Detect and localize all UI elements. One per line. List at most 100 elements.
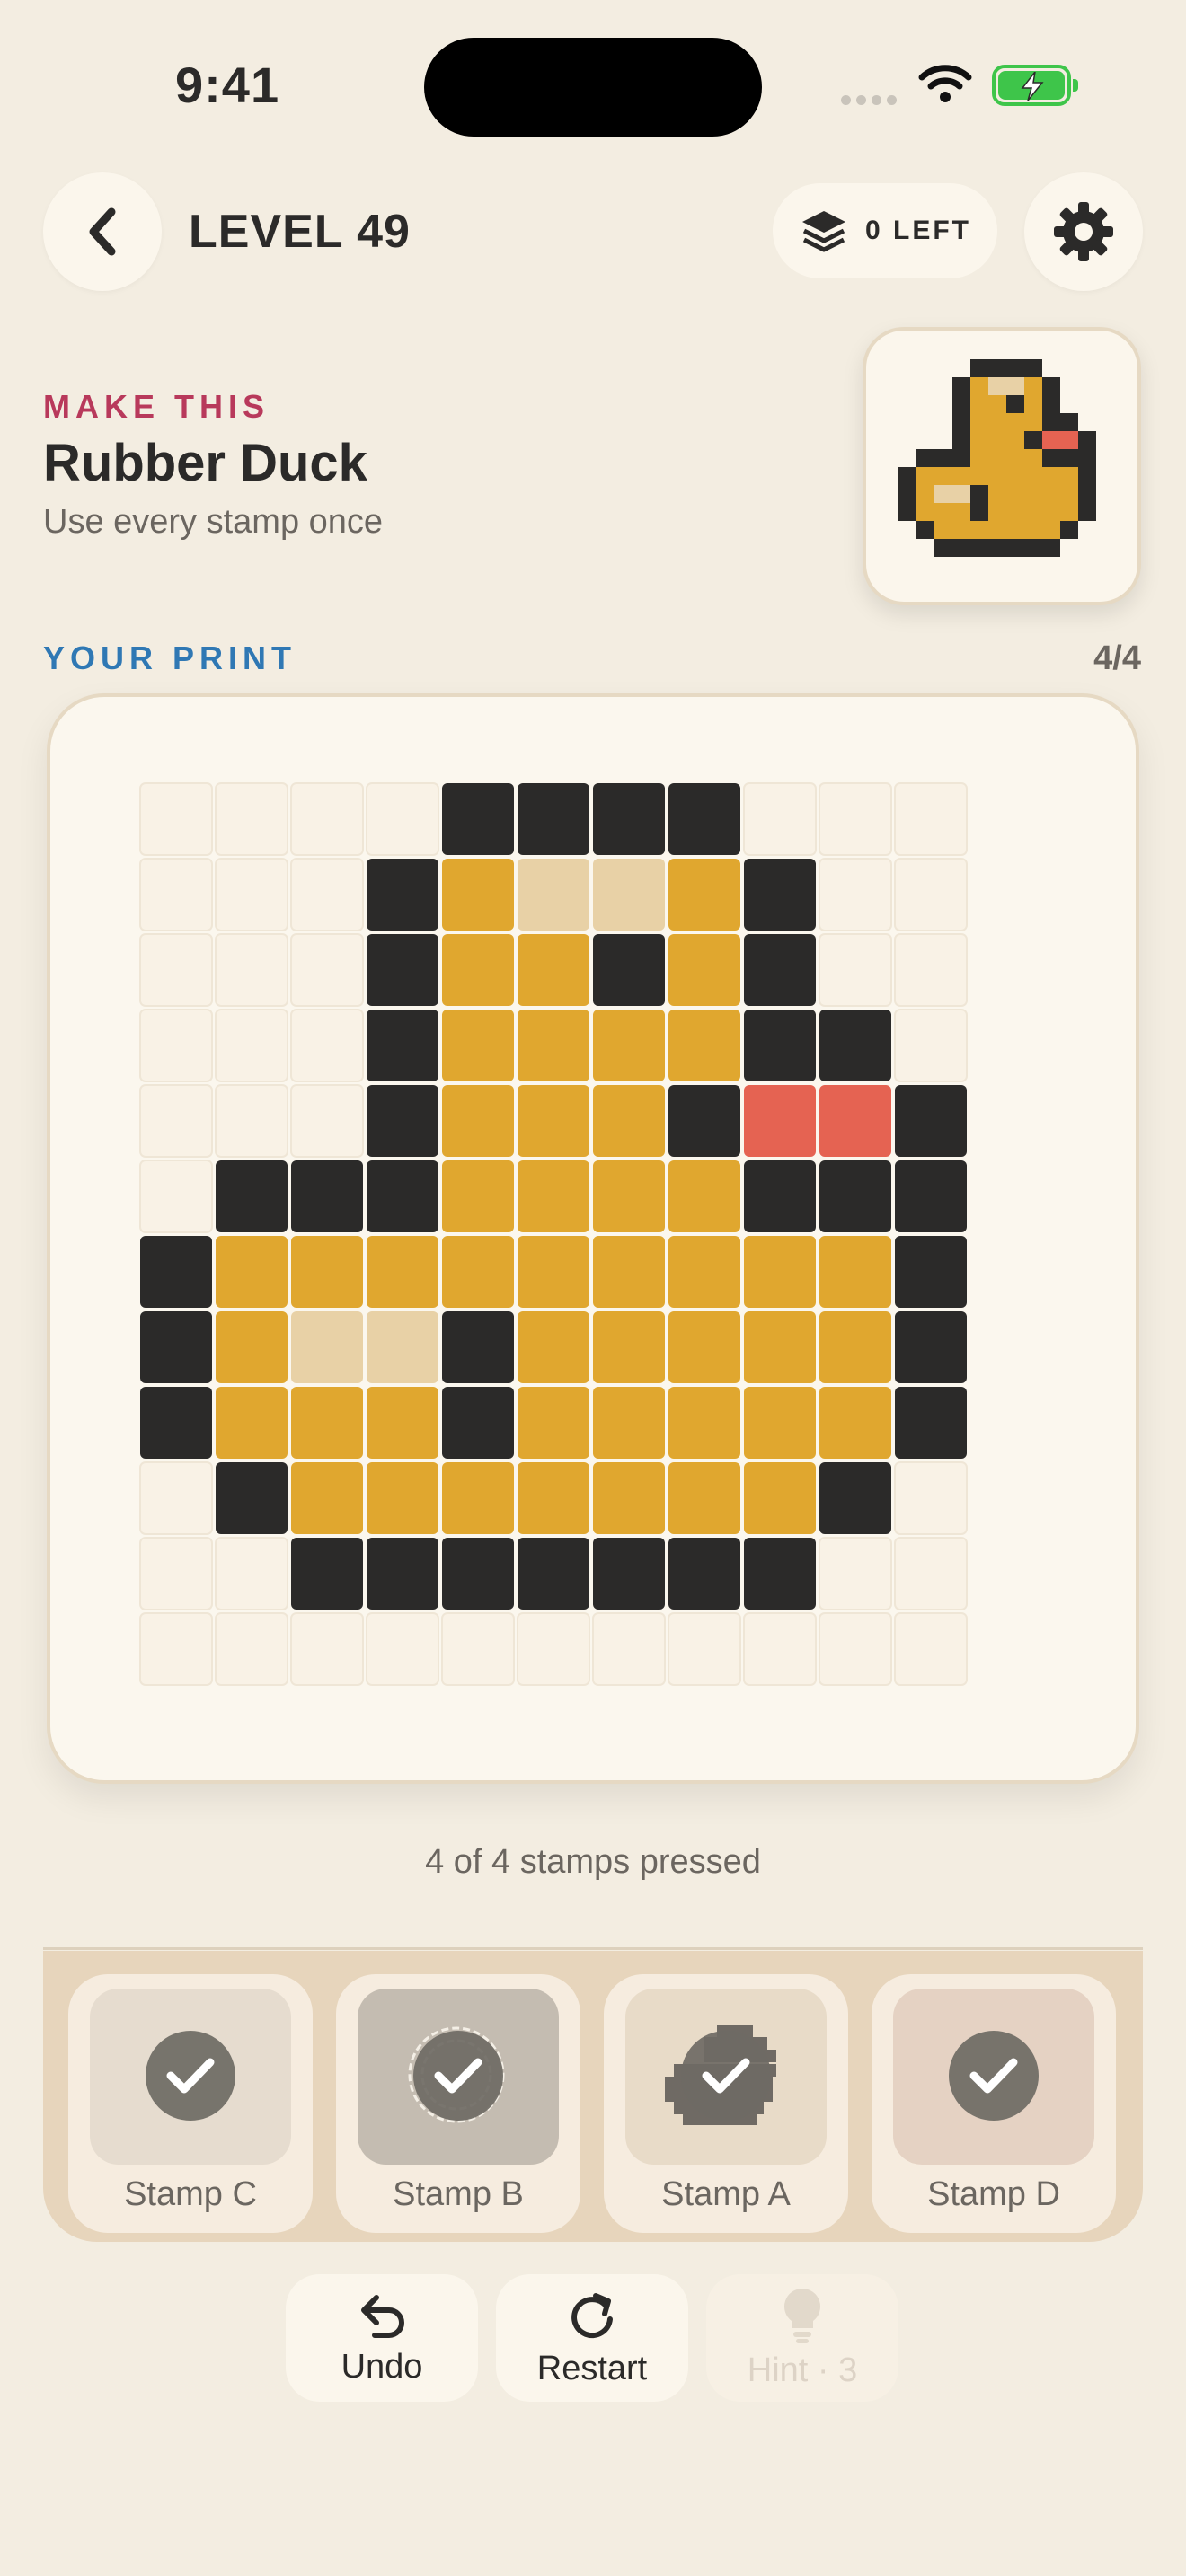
pixel-cell bbox=[819, 1311, 891, 1383]
print-board[interactable] bbox=[47, 693, 1139, 1784]
pixel-cell bbox=[367, 1236, 438, 1308]
pixel-cell bbox=[1006, 431, 1024, 449]
pixel-cell bbox=[442, 1236, 514, 1308]
pixel-cell bbox=[593, 1462, 665, 1534]
empty-cell bbox=[139, 858, 213, 931]
pixel-cell bbox=[952, 503, 970, 521]
pixel-cell bbox=[442, 783, 514, 855]
pixel-cell bbox=[1042, 467, 1060, 485]
pixel-cell bbox=[216, 1462, 288, 1534]
undo-button[interactable]: Undo bbox=[286, 2274, 478, 2402]
pixel-cell bbox=[1042, 413, 1060, 431]
stamp-tile bbox=[893, 1989, 1094, 2165]
pixel-cell bbox=[216, 1160, 288, 1232]
pixel-cell bbox=[988, 539, 1006, 557]
pixel-cell bbox=[952, 521, 970, 539]
pixel-cell bbox=[1042, 377, 1060, 395]
stamp-card-b[interactable]: Stamp B bbox=[336, 1974, 580, 2233]
empty-cell bbox=[819, 858, 892, 931]
stamp-tile bbox=[358, 1989, 559, 2165]
restart-button[interactable]: Restart bbox=[496, 2274, 688, 2402]
pixel-cell bbox=[1060, 449, 1078, 467]
pixel-cell bbox=[970, 359, 988, 377]
pixel-cell bbox=[934, 521, 952, 539]
pixel-cell bbox=[744, 859, 816, 931]
pixel-cell bbox=[442, 1538, 514, 1610]
pixel-cell bbox=[1060, 467, 1078, 485]
empty-cell bbox=[290, 782, 364, 856]
pixel-cell bbox=[916, 467, 934, 485]
target-hint: Use every stamp once bbox=[43, 503, 384, 541]
pixel-cell bbox=[819, 1462, 891, 1534]
empty-cell bbox=[215, 782, 288, 856]
pixel-cell bbox=[518, 934, 589, 1006]
pixel-cell bbox=[367, 934, 438, 1006]
empty-cell bbox=[139, 1160, 213, 1233]
pixel-cell bbox=[442, 859, 514, 931]
empty-cell bbox=[215, 1612, 288, 1686]
pixel-cell bbox=[970, 449, 988, 467]
pixel-cell bbox=[518, 1010, 589, 1081]
pixel-cell bbox=[367, 1311, 438, 1383]
pixel-cell bbox=[1024, 467, 1042, 485]
print-grid bbox=[139, 782, 968, 1686]
pixel-cell bbox=[895, 1311, 967, 1383]
pixel-cell bbox=[442, 1387, 514, 1459]
pixel-cell bbox=[934, 485, 952, 503]
pixel-cell bbox=[934, 467, 952, 485]
pixel-cell bbox=[1024, 503, 1042, 521]
pixel-cell bbox=[744, 1160, 816, 1232]
back-button[interactable] bbox=[43, 172, 162, 291]
pixel-cell bbox=[442, 1160, 514, 1232]
empty-cell bbox=[215, 1084, 288, 1158]
pixel-cell bbox=[1060, 413, 1078, 431]
pixel-cell bbox=[1078, 431, 1096, 449]
pixel-cell bbox=[1042, 503, 1060, 521]
pixel-cell bbox=[518, 859, 589, 931]
pixel-cell bbox=[668, 1010, 740, 1081]
lightbulb-icon bbox=[784, 2288, 820, 2343]
pixel-cell bbox=[668, 1236, 740, 1308]
pixel-cell bbox=[988, 395, 1006, 413]
pixel-cell bbox=[518, 1311, 589, 1383]
pixel-cell bbox=[916, 503, 934, 521]
pixel-cell bbox=[668, 1462, 740, 1534]
pixel-cell bbox=[744, 934, 816, 1006]
pixel-cell bbox=[593, 1538, 665, 1610]
pixel-cell bbox=[898, 485, 916, 503]
pixel-cell bbox=[934, 539, 952, 557]
empty-cell bbox=[215, 933, 288, 1007]
pixel-cell bbox=[518, 1160, 589, 1232]
pixel-cell bbox=[518, 1462, 589, 1534]
empty-cell bbox=[139, 1612, 213, 1686]
pixel-cell bbox=[988, 467, 1006, 485]
target-name: Rubber Duck bbox=[43, 434, 367, 492]
pixel-cell bbox=[291, 1311, 363, 1383]
pixel-cell bbox=[291, 1160, 363, 1232]
pixel-cell bbox=[1024, 539, 1042, 557]
checkmark-icon bbox=[146, 2031, 235, 2121]
hint-button[interactable]: Hint · 3 bbox=[706, 2274, 898, 2402]
pixel-cell bbox=[1006, 413, 1024, 431]
restart-icon bbox=[571, 2292, 613, 2338]
pixel-cell bbox=[367, 1387, 438, 1459]
make-this-label: MAKE THIS bbox=[43, 388, 270, 425]
pixel-cell bbox=[1006, 539, 1024, 557]
pixel-cell bbox=[988, 521, 1006, 539]
pixel-cell bbox=[442, 1010, 514, 1081]
pixel-cell bbox=[744, 1236, 816, 1308]
pixel-cell bbox=[518, 783, 589, 855]
pixel-cell bbox=[744, 1538, 816, 1610]
stamp-card-a[interactable]: Stamp A bbox=[604, 1974, 848, 2233]
pixel-cell bbox=[1006, 467, 1024, 485]
pixel-cell bbox=[140, 1311, 212, 1383]
pixel-cell bbox=[744, 1010, 816, 1081]
stamp-card-c[interactable]: Stamp C bbox=[68, 1974, 313, 2233]
pixel-cell bbox=[952, 431, 970, 449]
wifi-icon bbox=[918, 63, 972, 109]
pixel-cell bbox=[593, 859, 665, 931]
pixel-cell bbox=[952, 539, 970, 557]
stamp-card-d[interactable]: Stamp D bbox=[872, 1974, 1116, 2233]
settings-button[interactable] bbox=[1024, 172, 1143, 291]
pixel-cell bbox=[518, 1085, 589, 1157]
